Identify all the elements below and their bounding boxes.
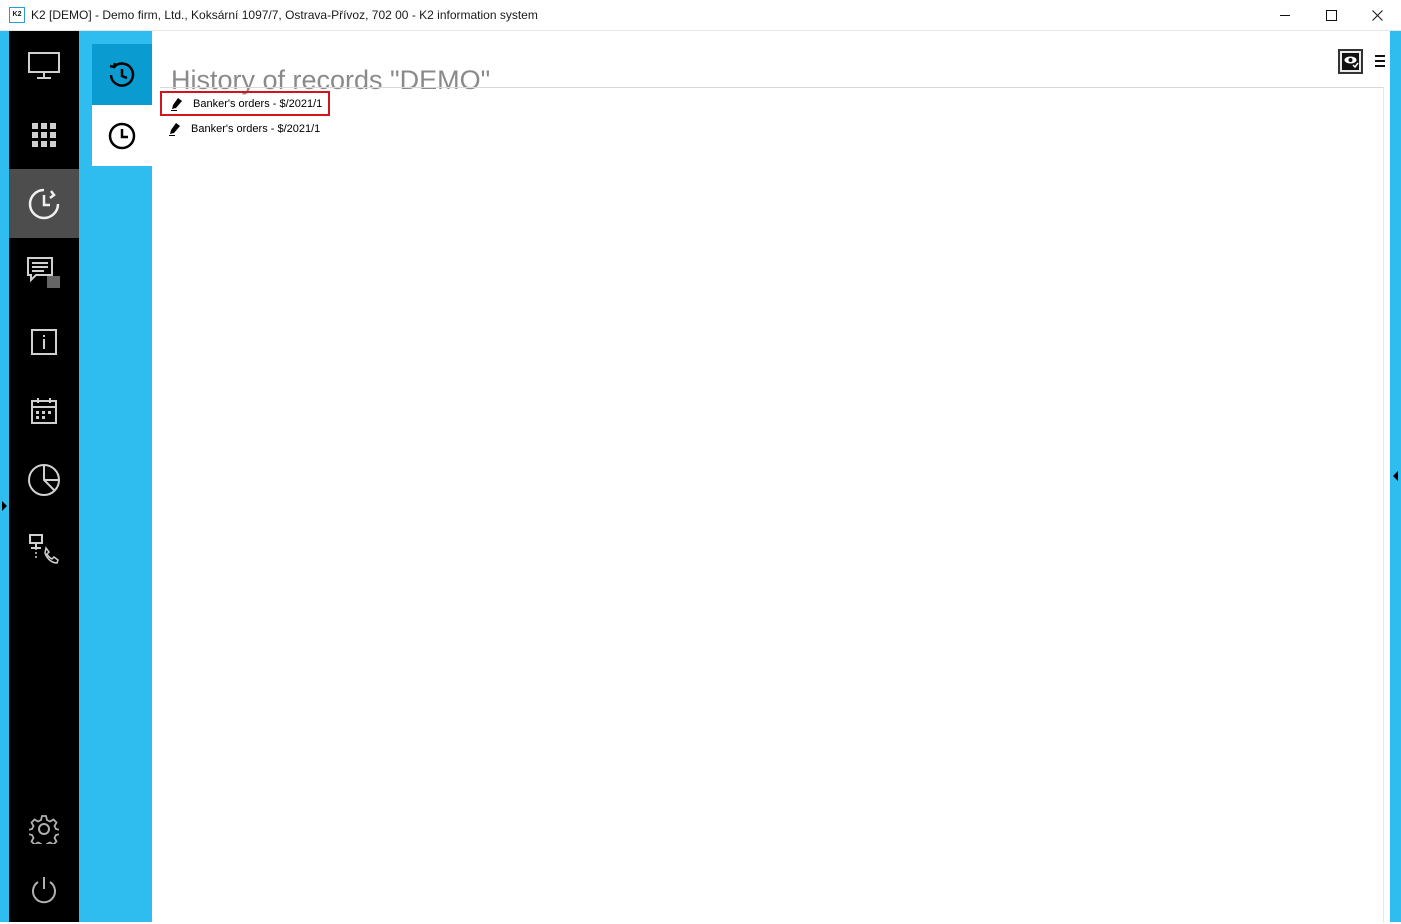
history-record-2[interactable]: Banker's orders - $/2021/1 bbox=[160, 116, 330, 141]
menu-button[interactable] bbox=[1372, 53, 1388, 69]
window-title: K2 [DEMO] - Demo firm, Ltd., Koksární 10… bbox=[31, 8, 538, 22]
close-button[interactable] bbox=[1354, 0, 1400, 30]
view-toggle-icon bbox=[1342, 53, 1359, 70]
header-divider bbox=[160, 87, 1384, 88]
sidebar-item-reports[interactable] bbox=[9, 445, 79, 514]
sidebar-item-history[interactable] bbox=[9, 169, 79, 238]
record-label: Banker's orders - $/2021/1 bbox=[193, 97, 323, 110]
minimize-icon bbox=[1279, 14, 1290, 16]
sidebar-item-settings[interactable] bbox=[9, 794, 79, 863]
subnav-history-tab[interactable] bbox=[92, 44, 152, 105]
calendar-icon bbox=[31, 397, 57, 424]
expand-left-arrow-icon bbox=[2, 501, 7, 511]
main-content: History of records "DEMO" Banker's order… bbox=[152, 31, 1390, 922]
sidebar-item-modules[interactable] bbox=[9, 100, 79, 169]
sidebar bbox=[9, 31, 79, 922]
history-icon bbox=[28, 188, 60, 219]
menu-icon bbox=[1375, 55, 1385, 67]
maximize-icon bbox=[1325, 9, 1337, 21]
view-toggle-button[interactable] bbox=[1338, 49, 1363, 74]
sidebar-item-info[interactable] bbox=[9, 307, 79, 376]
sidebar-item-desktop[interactable] bbox=[9, 31, 79, 100]
edit-pencil-icon bbox=[171, 97, 185, 111]
info-icon bbox=[31, 328, 57, 355]
sidebar-item-logout[interactable] bbox=[9, 855, 79, 924]
history-icon bbox=[109, 61, 135, 87]
maximize-button[interactable] bbox=[1308, 0, 1354, 30]
pie-chart-icon bbox=[28, 463, 60, 496]
content-border bbox=[1383, 87, 1384, 922]
network-phone-icon bbox=[29, 533, 59, 564]
clock-icon bbox=[108, 122, 136, 149]
edit-pencil-icon bbox=[169, 122, 183, 136]
apps-grid-icon bbox=[32, 122, 56, 147]
settings-icon bbox=[29, 814, 59, 844]
left-collapse-strip[interactable] bbox=[0, 31, 9, 922]
record-label: Banker's orders - $/2021/1 bbox=[191, 122, 321, 135]
app-icon: K2 bbox=[9, 7, 25, 23]
history-record-1[interactable]: Banker's orders - $/2021/1 bbox=[160, 91, 330, 116]
minimize-button[interactable] bbox=[1262, 0, 1308, 30]
sidebar-item-messages[interactable] bbox=[9, 238, 79, 307]
expand-right-arrow-icon bbox=[1393, 471, 1398, 481]
sidebar-item-communication[interactable] bbox=[9, 514, 79, 583]
right-collapse-strip[interactable] bbox=[1390, 31, 1401, 922]
monitor-icon bbox=[28, 51, 60, 79]
power-icon bbox=[32, 876, 56, 903]
sub-navigation bbox=[79, 31, 152, 922]
title-bar: K2 K2 [DEMO] - Demo firm, Ltd., Koksární… bbox=[0, 0, 1401, 31]
close-icon bbox=[1371, 9, 1383, 21]
messages-icon bbox=[27, 256, 60, 288]
subnav-recent-tab[interactable] bbox=[92, 105, 152, 166]
sidebar-item-calendar[interactable] bbox=[9, 376, 79, 445]
